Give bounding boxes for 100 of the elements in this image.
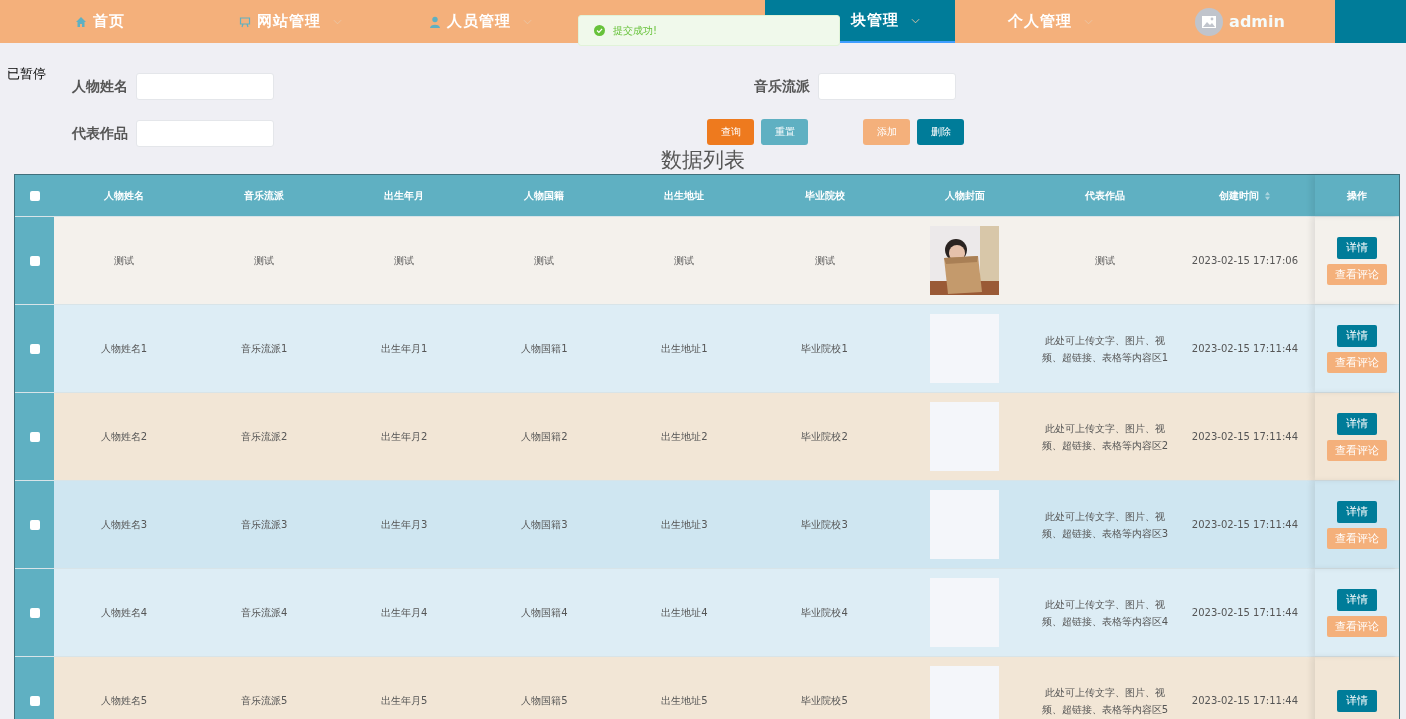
- column-header: 代表作品: [1084, 188, 1125, 203]
- table-cell: 人物姓名5: [100, 693, 148, 708]
- table-cell: 2023-02-15 17:11:44: [1191, 607, 1299, 618]
- table-cell: 人物国籍3: [521, 517, 568, 532]
- table-cell: 音乐流派5: [240, 693, 288, 708]
- nav-bar-segment: [1335, 0, 1406, 43]
- column-header: 出生年月: [384, 188, 425, 203]
- table-cell-text: 此处可上传文字、图片、视频、超链接、表格等内容区5: [1040, 685, 1169, 717]
- table-cell: 毕业院校1: [801, 341, 848, 356]
- table-cell-text: 此处可上传文字、图片、视频、超链接、表格等内容区1: [1040, 333, 1169, 365]
- input-field[interactable]: [818, 73, 956, 100]
- table-cell: 毕业院校5: [801, 693, 848, 708]
- row-action-button[interactable]: 查看评论: [1327, 527, 1387, 549]
- table-cell: 出生年月5: [381, 693, 428, 708]
- row-action-button[interactable]: 查看评论: [1327, 439, 1387, 461]
- row-action-button[interactable]: 查看评论: [1327, 263, 1387, 285]
- image-placeholder: [930, 666, 1000, 719]
- table-cell: 人物姓名2: [100, 429, 148, 444]
- table-cell-text: 此处可上传文字、图片、视频、超链接、表格等内容区2: [1040, 421, 1169, 453]
- table-cell: 出生年月3: [381, 517, 428, 532]
- table-cell: 毕业院校2: [801, 429, 848, 444]
- checkbox[interactable]: [29, 607, 40, 618]
- checkbox[interactable]: [29, 190, 40, 201]
- nav-item[interactable]: 人员管理: [385, 0, 575, 43]
- table-cell: 毕业院校4: [801, 605, 848, 620]
- row-action-button[interactable]: 查看评论: [1327, 615, 1387, 637]
- action-button[interactable]: 重置: [761, 118, 808, 145]
- field-label: 人物姓名: [72, 77, 129, 96]
- table-cell: 2023-02-15 17:11:44: [1191, 695, 1299, 706]
- user-menu[interactable]: admin: [1145, 0, 1335, 43]
- field-label: 音乐流派: [754, 77, 811, 96]
- sort-icon[interactable]: [1263, 190, 1271, 201]
- check-circle-icon: [594, 25, 605, 36]
- table-cell: 出生年月2: [381, 429, 428, 444]
- row-action-button[interactable]: 查看评论: [1327, 351, 1387, 373]
- column-header: 音乐流派: [244, 188, 285, 203]
- table-cell: 毕业院校3: [801, 517, 848, 532]
- nav-item[interactable]: 网站管理: [195, 0, 385, 43]
- action-button[interactable]: 添加: [863, 118, 910, 145]
- image-placeholder: [930, 490, 1000, 559]
- table-cell: 人物国籍5: [521, 693, 568, 708]
- table-cell: 测试: [114, 253, 135, 268]
- table-cell: 人物国籍1: [521, 341, 568, 356]
- table-cell: 人物姓名1: [100, 341, 148, 356]
- table-cell-text: 测试: [1093, 254, 1116, 268]
- checkbox[interactable]: [29, 255, 40, 266]
- column-header: 出生地址: [664, 188, 705, 203]
- checkbox[interactable]: [29, 431, 40, 442]
- table-cell: 出生地址1: [661, 341, 708, 356]
- table-cell: 出生年月1: [381, 341, 428, 356]
- table-cell: 音乐流派4: [240, 605, 288, 620]
- row-action-button[interactable]: 详情: [1337, 236, 1377, 259]
- table-cell-text: 此处可上传文字、图片、视频、超链接、表格等内容区4: [1040, 597, 1169, 629]
- avatar-image-icon: [1195, 7, 1224, 36]
- table-cell-text: 此处可上传文字、图片、视频、超链接、表格等内容区3: [1040, 509, 1169, 541]
- image-placeholder: [930, 402, 1000, 471]
- table-cell: 测试: [534, 253, 555, 268]
- input-field[interactable]: [136, 120, 274, 147]
- row-action-button[interactable]: 详情: [1337, 500, 1377, 523]
- person-icon: [428, 15, 441, 28]
- checkbox[interactable]: [29, 519, 40, 530]
- table-cell: 出生地址4: [661, 605, 708, 620]
- status-label: 已暂停: [7, 65, 46, 83]
- table-cell: 测试: [254, 253, 275, 268]
- row-action-button[interactable]: 详情: [1337, 324, 1377, 347]
- column-header: 人物姓名: [104, 188, 145, 203]
- field-label: 代表作品: [72, 124, 129, 143]
- table-cell: 音乐流派1: [240, 341, 288, 356]
- row-action-button[interactable]: 详情: [1337, 588, 1377, 611]
- monitor-icon: [238, 15, 251, 28]
- action-button[interactable]: 删除: [917, 118, 964, 145]
- table-cell: 出生地址3: [661, 517, 708, 532]
- table-cell: 测试: [674, 253, 695, 268]
- table-cell: 音乐流派2: [240, 429, 288, 444]
- row-action-button[interactable]: 详情: [1337, 689, 1377, 712]
- checkbox[interactable]: [29, 343, 40, 354]
- nav-item[interactable]: 个人管理: [955, 0, 1145, 43]
- table-cell: 人物国籍2: [521, 429, 568, 444]
- nav-item[interactable]: 首页: [5, 0, 195, 43]
- table-cell: 测试: [394, 253, 415, 268]
- column-header: 人物封面: [944, 188, 985, 203]
- column-header: 人物国籍: [524, 188, 565, 203]
- table-title: 数据列表: [660, 147, 746, 173]
- column-header: 毕业院校: [804, 188, 845, 203]
- table-cell: 2023-02-15 17:11:44: [1191, 519, 1299, 530]
- table-cell: 人物国籍4: [521, 605, 568, 620]
- row-action-button[interactable]: 详情: [1337, 412, 1377, 435]
- table-cell: 出生年月4: [381, 605, 428, 620]
- column-header: 创建时间: [1218, 188, 1259, 203]
- checkbox[interactable]: [29, 695, 40, 706]
- toast-message: 提交成功!: [613, 23, 657, 38]
- table-cell: 音乐流派3: [240, 517, 288, 532]
- table-cell: 2023-02-15 17:11:44: [1191, 431, 1299, 442]
- table-cell: 人物姓名4: [100, 605, 148, 620]
- action-button[interactable]: 查询: [707, 118, 754, 145]
- input-field[interactable]: [136, 73, 274, 100]
- table-cell: 出生地址2: [661, 429, 708, 444]
- column-header: 操作: [1347, 188, 1367, 203]
- table-cell: 人物姓名3: [100, 517, 148, 532]
- home-icon: [75, 15, 87, 28]
